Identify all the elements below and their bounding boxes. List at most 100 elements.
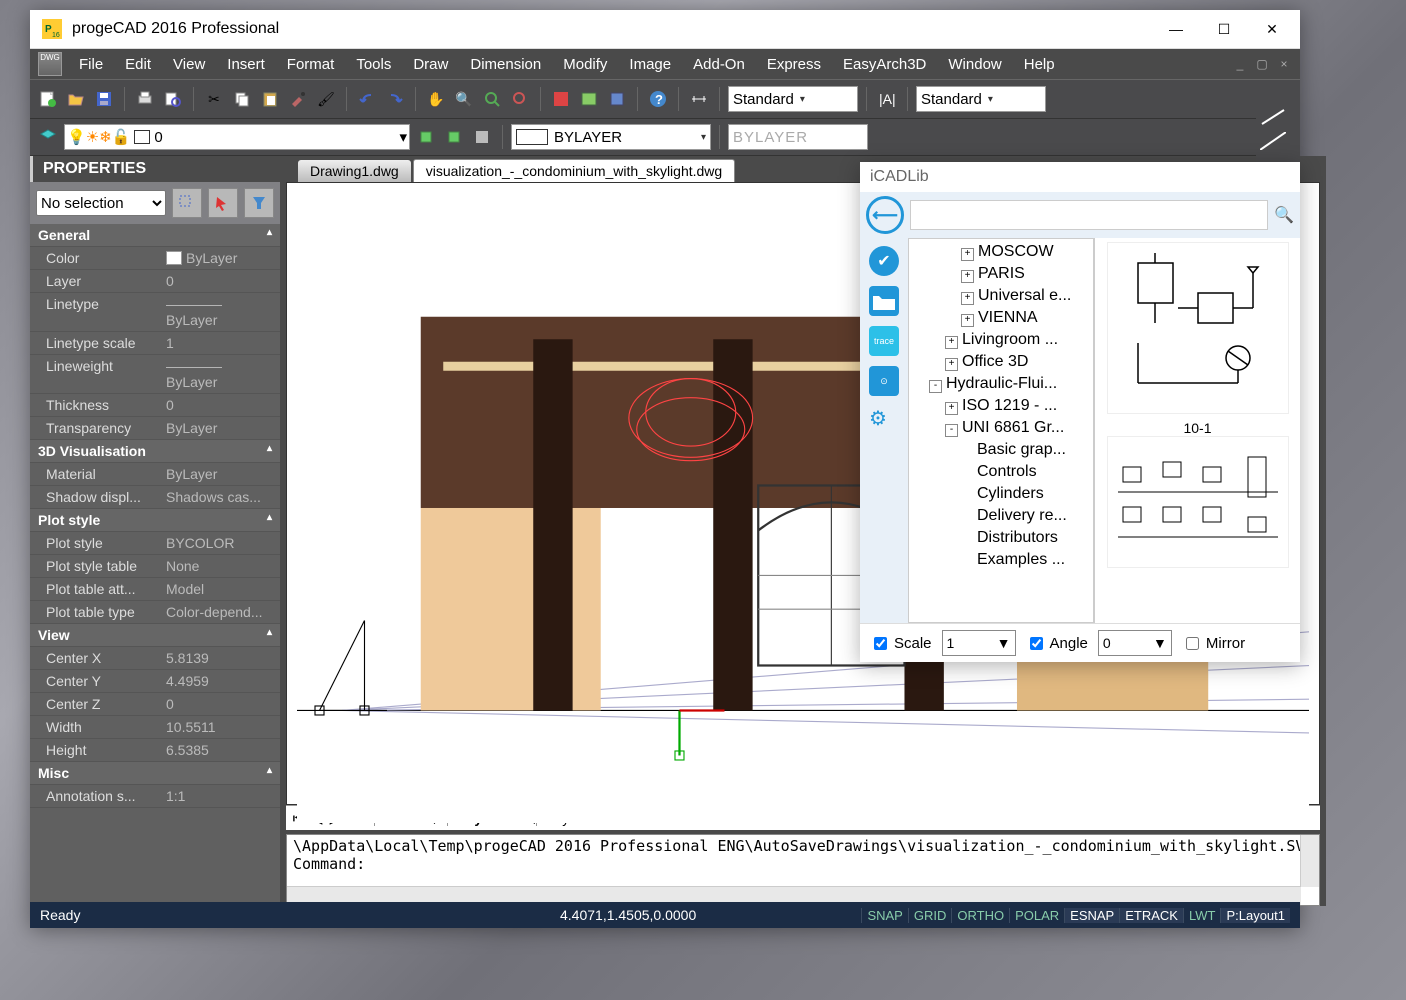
print-icon[interactable] bbox=[133, 87, 157, 111]
color-combo[interactable]: BYLAYER▾ bbox=[511, 124, 711, 150]
zoom-previous-icon[interactable] bbox=[508, 87, 532, 111]
cmd-scrollbar-v[interactable] bbox=[1300, 835, 1319, 887]
pan-icon[interactable]: ✋ bbox=[424, 87, 448, 111]
props-row[interactable]: Lineweight———— ByLayer bbox=[30, 355, 280, 394]
props-row[interactable]: Linetype———— ByLayer bbox=[30, 293, 280, 332]
dimstyle-icon[interactable] bbox=[687, 87, 711, 111]
selection-combo[interactable]: No selection bbox=[36, 190, 166, 216]
tree-item[interactable]: Examples ... bbox=[911, 549, 1091, 571]
status-snap[interactable]: SNAP bbox=[861, 908, 907, 923]
props-row[interactable]: Height6.5385 bbox=[30, 739, 280, 762]
redo-icon[interactable] bbox=[383, 87, 407, 111]
menu-modify[interactable]: Modify bbox=[552, 56, 618, 73]
menu-express[interactable]: Express bbox=[756, 56, 832, 73]
props-row[interactable]: Plot style tableNone bbox=[30, 555, 280, 578]
props-row[interactable]: Width10.5511 bbox=[30, 716, 280, 739]
folder-icon[interactable] bbox=[869, 286, 899, 316]
dim-style-combo[interactable]: Standard▾ bbox=[728, 86, 858, 112]
maximize-button[interactable]: ☐ bbox=[1200, 11, 1248, 47]
layer-combo[interactable]: 💡 ☀ ❄ 🔓 0 ▾ bbox=[64, 124, 410, 150]
angle-combo[interactable]: 0▼ bbox=[1098, 630, 1172, 656]
menu-format[interactable]: Format bbox=[276, 56, 346, 73]
status-etrack[interactable]: ETRACK bbox=[1119, 908, 1183, 923]
props-row[interactable]: Plot table typeColor-depend... bbox=[30, 601, 280, 624]
tab-visualization[interactable]: visualization_-_condominium_with_skyligh… bbox=[413, 159, 735, 182]
tree-item[interactable]: +Livingroom ... bbox=[911, 329, 1091, 351]
status-esnap[interactable]: ESNAP bbox=[1064, 908, 1119, 923]
trace-icon[interactable]: trace bbox=[869, 326, 899, 356]
tree-item[interactable]: Delivery re... bbox=[911, 505, 1091, 527]
scale-checkbox[interactable]: Scale bbox=[870, 634, 932, 653]
zoom-window-icon[interactable] bbox=[480, 87, 504, 111]
symbol-preview-2[interactable] bbox=[1107, 436, 1289, 568]
mdi-restore[interactable]: ▢ bbox=[1254, 56, 1270, 72]
layer-state-icon[interactable] bbox=[470, 125, 494, 149]
back-icon[interactable]: ⟵ bbox=[866, 196, 904, 234]
pick-add-icon[interactable] bbox=[208, 188, 238, 218]
matchprops-icon[interactable] bbox=[286, 87, 310, 111]
status-playout1[interactable]: P:Layout1 bbox=[1220, 908, 1290, 923]
props-section-plot[interactable]: Plot style▴ bbox=[30, 509, 280, 532]
brush-icon[interactable]: 🖌 bbox=[314, 87, 338, 111]
print-preview-icon[interactable] bbox=[161, 87, 185, 111]
menu-draw[interactable]: Draw bbox=[402, 56, 459, 73]
icadlib-search-input[interactable] bbox=[910, 200, 1268, 230]
props-section-misc[interactable]: Misc▴ bbox=[30, 762, 280, 785]
props-row[interactable]: Plot table att...Model bbox=[30, 578, 280, 601]
props-row[interactable]: Center X5.8139 bbox=[30, 647, 280, 670]
props-row[interactable]: Thickness0 bbox=[30, 394, 280, 417]
tree-item[interactable]: Distributors bbox=[911, 527, 1091, 549]
convert-pdf-icon[interactable] bbox=[549, 87, 573, 111]
menu-tools[interactable]: Tools bbox=[345, 56, 402, 73]
menu-view[interactable]: View bbox=[162, 56, 216, 73]
props-section-general[interactable]: General▴ bbox=[30, 224, 280, 247]
props-row[interactable]: Shadow displ...Shadows cas... bbox=[30, 486, 280, 509]
layer-manager-icon[interactable] bbox=[36, 125, 60, 149]
xline-tool-icon[interactable] bbox=[1260, 132, 1286, 150]
open-icon[interactable] bbox=[64, 87, 88, 111]
tree-item[interactable]: +Office 3D bbox=[911, 351, 1091, 373]
tree-item[interactable]: +VIENNA bbox=[911, 307, 1091, 329]
search-icon[interactable]: 🔍 bbox=[1274, 205, 1294, 225]
mirror-checkbox[interactable]: Mirror bbox=[1182, 634, 1245, 653]
angle-checkbox[interactable]: Angle bbox=[1026, 634, 1088, 653]
menu-edit[interactable]: Edit bbox=[114, 56, 162, 73]
symbol-preview-1[interactable] bbox=[1107, 242, 1289, 414]
command-line[interactable]: \AppData\Local\Temp\progeCAD 2016 Profes… bbox=[286, 834, 1320, 906]
menu-addon[interactable]: Add-On bbox=[682, 56, 756, 73]
image-icon[interactable] bbox=[577, 87, 601, 111]
tree-item[interactable]: Basic grap... bbox=[911, 439, 1091, 461]
textstyle-icon[interactable]: |A| bbox=[875, 87, 899, 111]
status-polar[interactable]: POLAR bbox=[1009, 908, 1064, 923]
status-lwt[interactable]: LWT bbox=[1183, 908, 1220, 923]
props-section-vis3d[interactable]: 3D Visualisation▴ bbox=[30, 440, 280, 463]
menu-easyarch3d[interactable]: EasyArch3D bbox=[832, 56, 937, 73]
menu-insert[interactable]: Insert bbox=[216, 56, 276, 73]
tree-item[interactable]: Controls bbox=[911, 461, 1091, 483]
mdi-minimize[interactable]: _ bbox=[1232, 56, 1248, 72]
copy-icon[interactable] bbox=[230, 87, 254, 111]
quick-select-icon[interactable] bbox=[172, 188, 202, 218]
zoom-realtime-icon[interactable]: 🔍 bbox=[452, 87, 476, 111]
close-button[interactable]: ✕ bbox=[1248, 11, 1296, 47]
save-icon[interactable] bbox=[92, 87, 116, 111]
props-row[interactable]: Layer0 bbox=[30, 270, 280, 293]
scale-combo[interactable]: 1▼ bbox=[942, 630, 1016, 656]
props-row[interactable]: Plot styleBYCOLOR bbox=[30, 532, 280, 555]
props-row[interactable]: MaterialByLayer bbox=[30, 463, 280, 486]
cut-icon[interactable]: ✂ bbox=[202, 87, 226, 111]
tab-drawing1[interactable]: Drawing1.dwg bbox=[298, 160, 411, 182]
menu-dimension[interactable]: Dimension bbox=[459, 56, 552, 73]
status-ortho[interactable]: ORTHO bbox=[951, 908, 1009, 923]
paste-icon[interactable] bbox=[258, 87, 282, 111]
props-row[interactable]: Center Y4.4959 bbox=[30, 670, 280, 693]
dwg-icon[interactable]: DWG bbox=[38, 52, 62, 76]
gear-icon[interactable]: ⚙ bbox=[869, 406, 899, 436]
props-row[interactable]: TransparencyByLayer bbox=[30, 417, 280, 440]
check-icon[interactable]: ✔ bbox=[869, 246, 899, 276]
tree-item[interactable]: -UNI 6861 Gr... bbox=[911, 417, 1091, 439]
cad-icon[interactable]: ⊙ bbox=[869, 366, 899, 396]
status-grid[interactable]: GRID bbox=[908, 908, 952, 923]
props-row[interactable]: Center Z0 bbox=[30, 693, 280, 716]
menu-window[interactable]: Window bbox=[937, 56, 1012, 73]
